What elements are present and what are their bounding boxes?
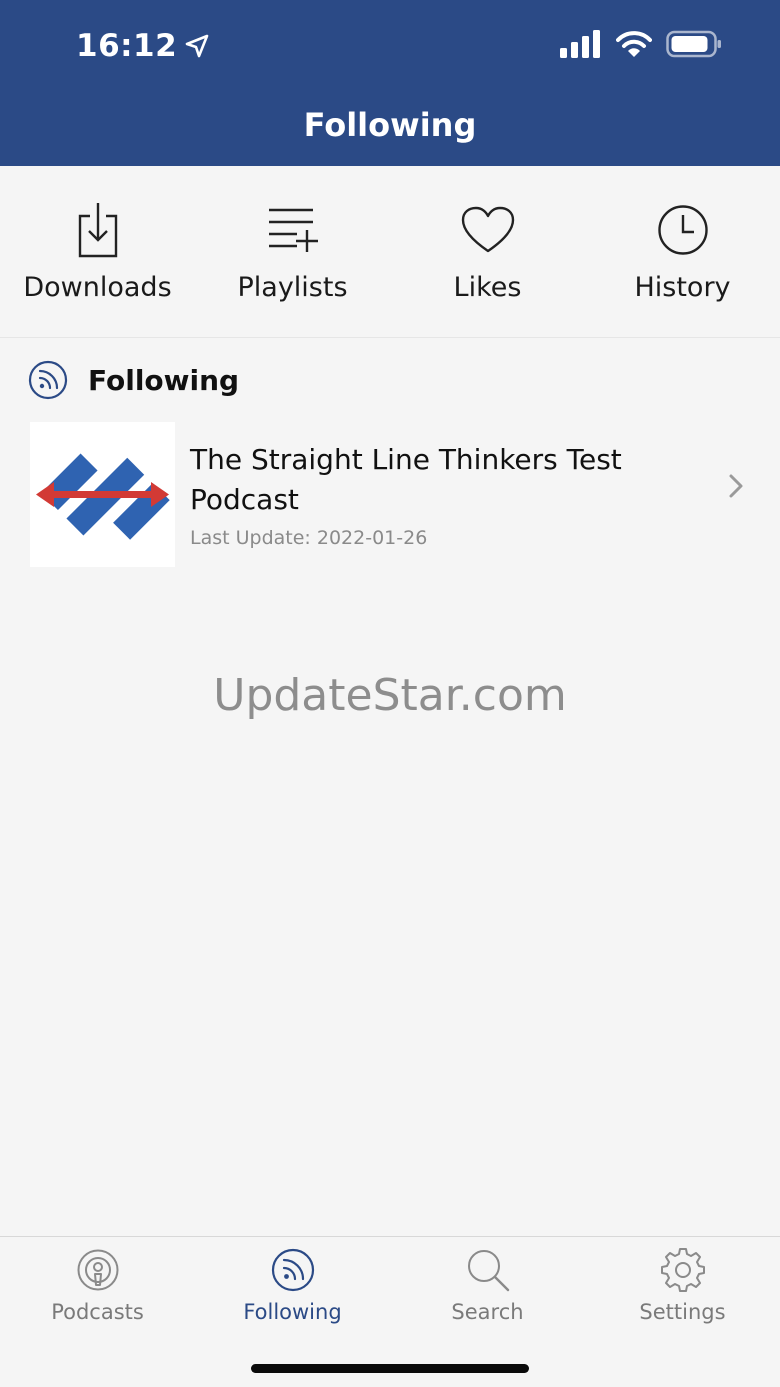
downloads-label: Downloads (23, 272, 172, 303)
podcast-icon (75, 1247, 121, 1293)
tab-search-label: Search (451, 1300, 524, 1324)
tab-following[interactable]: Following (195, 1237, 390, 1347)
tab-settings-label: Settings (639, 1300, 726, 1324)
home-indicator (251, 1364, 529, 1373)
gear-icon (660, 1247, 706, 1293)
tab-podcasts[interactable]: Podcasts (0, 1237, 195, 1347)
heart-icon (460, 202, 516, 258)
search-icon (465, 1247, 511, 1293)
download-icon (70, 202, 126, 258)
tab-search[interactable]: Search (390, 1237, 585, 1347)
podcast-list-item[interactable]: The Straight Line Thinkers Test Podcast … (0, 420, 780, 568)
playlist-add-icon (265, 202, 321, 258)
quick-actions-bar: Downloads Playlists Likes History (0, 166, 780, 338)
wifi-icon (616, 31, 652, 57)
rss-icon (270, 1247, 316, 1293)
tab-settings[interactable]: Settings (585, 1237, 780, 1347)
following-section-header: Following (28, 360, 239, 400)
page-title: Following (303, 106, 477, 144)
chevron-right-icon (729, 474, 743, 498)
playlists-label: Playlists (237, 272, 348, 303)
playlists-button[interactable]: Playlists (195, 166, 390, 338)
rss-icon (28, 360, 68, 400)
watermark-text: UpdateStar.com (213, 670, 567, 721)
app-header: 16:12 Following (0, 0, 780, 166)
history-button[interactable]: History (585, 166, 780, 338)
history-label: History (634, 272, 731, 303)
likes-label: Likes (453, 272, 522, 303)
location-arrow-icon (185, 34, 209, 58)
downloads-button[interactable]: Downloads (0, 166, 195, 338)
podcast-last-update: Last Update: 2022-01-26 (190, 527, 428, 549)
likes-button[interactable]: Likes (390, 166, 585, 338)
tab-podcasts-label: Podcasts (51, 1300, 144, 1324)
status-bar-time: 16:12 (76, 28, 209, 64)
podcast-artwork (30, 422, 175, 567)
battery-icon (666, 30, 721, 58)
section-title: Following (88, 363, 240, 397)
status-bar-indicators (560, 30, 722, 58)
tab-following-label: Following (243, 1300, 342, 1324)
signal-icon (560, 30, 600, 58)
podcast-title: The Straight Line Thinkers Test Podcast (190, 443, 622, 516)
clock-icon (655, 202, 711, 258)
